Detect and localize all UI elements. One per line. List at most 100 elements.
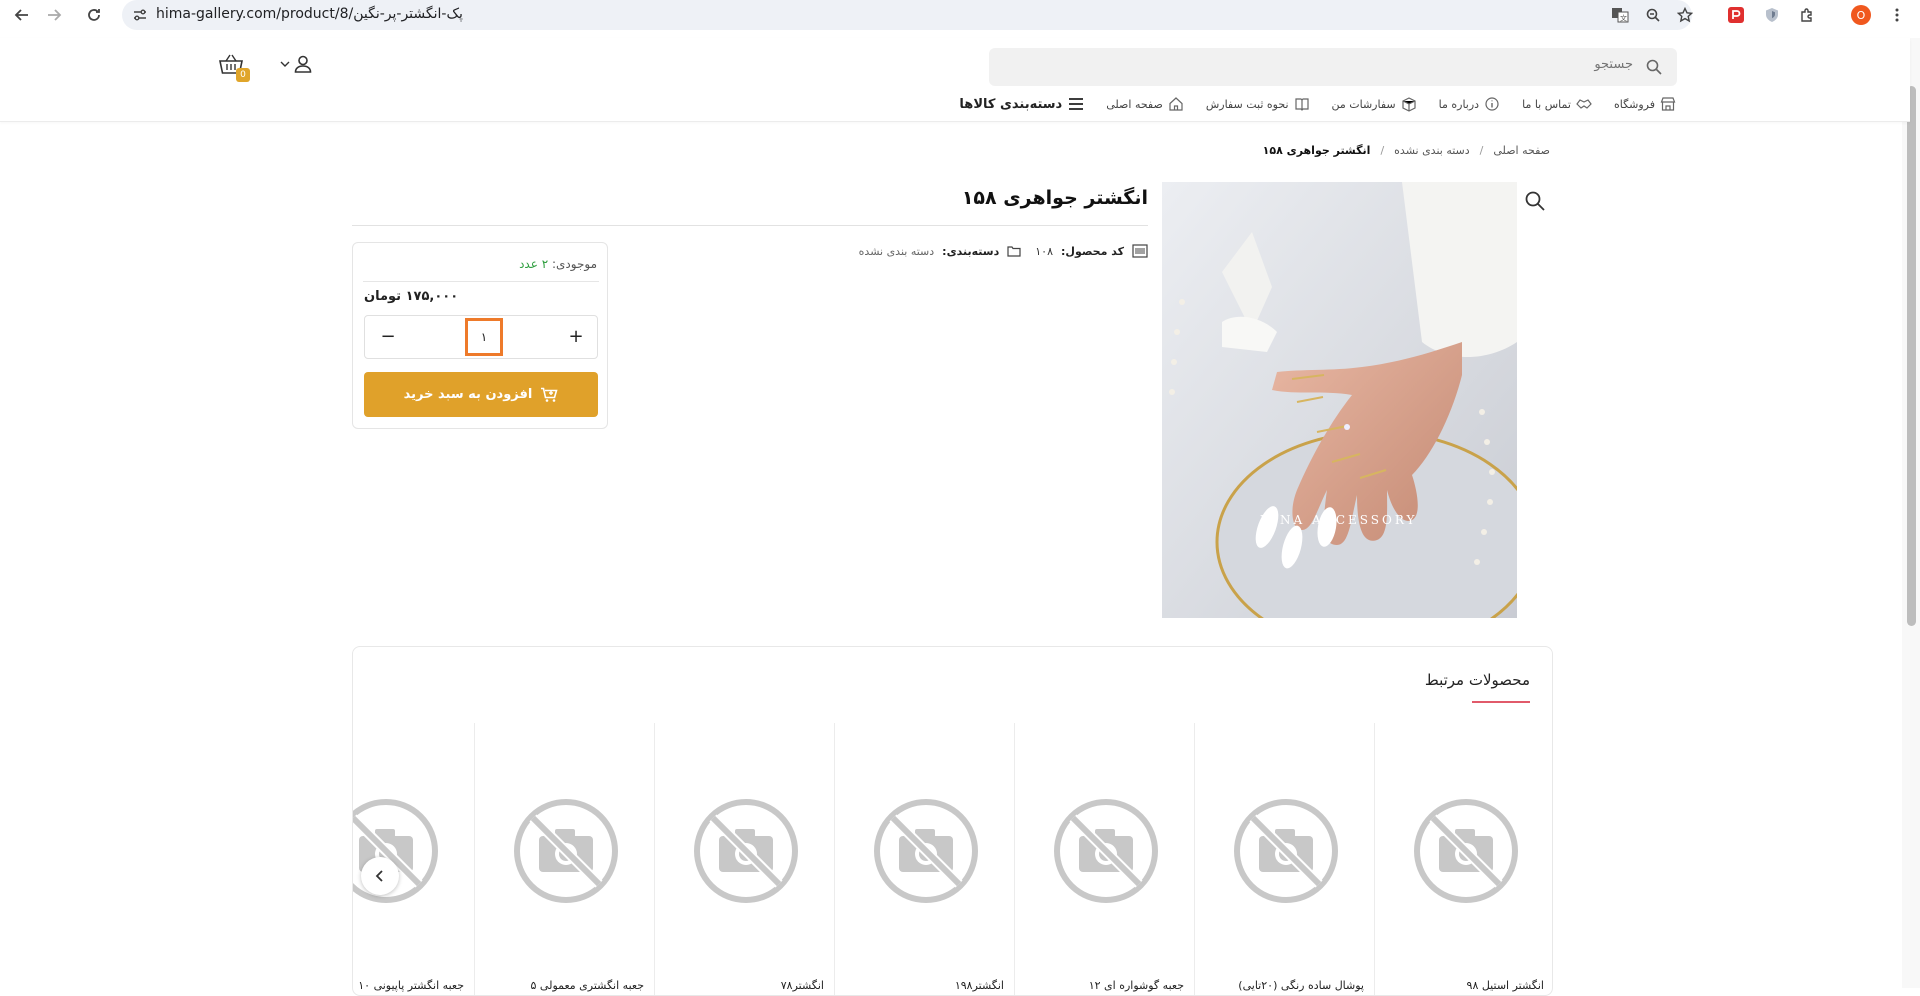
browser-menu-icon[interactable] (1887, 5, 1907, 25)
product-card-name[interactable]: انگشتر استیل ۹۸ (1467, 979, 1544, 992)
breadcrumb-category[interactable]: دسته بندی نشده (1394, 144, 1470, 157)
nav-item-my-orders[interactable]: سفارشات من (1332, 96, 1417, 112)
no-image-placeholder-icon (1414, 799, 1518, 903)
store-icon (1660, 97, 1676, 111)
product-title: انگشتر جواهری ۱۵۸ (961, 187, 1148, 209)
barcode-icon (1132, 244, 1148, 258)
product-card[interactable]: جعبه انگشتری معمولی ۵ (474, 723, 654, 995)
cart-plus-icon (541, 387, 558, 402)
package-icon (1402, 97, 1416, 112)
nav-categories-label: دسته‌بندی کالاها (959, 96, 1063, 112)
divider (363, 281, 599, 282)
browser-toolbar: hima-gallery.com/product/8/پک-انگشتر-پر-… (0, 0, 1920, 30)
product-category-label: دسته‌بندی: (942, 244, 1000, 258)
folder-icon (1007, 246, 1021, 257)
handshake-icon (1576, 99, 1592, 109)
site-header: 0 دسته‌بندی کالاها صفحه اصلی نحوه ثبت سف… (0, 38, 1910, 122)
divider (352, 225, 1148, 226)
quantity-input[interactable] (465, 318, 503, 356)
product-code-value: ۱۰۸ (1035, 244, 1053, 258)
no-image-placeholder-icon (1054, 799, 1158, 903)
search-input[interactable] (1033, 57, 1633, 72)
scrollbar-thumb[interactable] (1907, 86, 1916, 626)
extensions-puzzle-icon[interactable] (1797, 5, 1817, 25)
nav-item-label: صفحه اصلی (1106, 97, 1163, 111)
nav-item-home[interactable]: صفحه اصلی (1106, 96, 1184, 112)
product-card-name[interactable]: جعبه گوشواره ای ۱۲ (1089, 979, 1184, 992)
slider-prev-button[interactable] (361, 857, 399, 895)
product-card-name[interactable]: پوشال ساده رنگی (۲۰تایی) (1238, 979, 1364, 992)
profile-avatar[interactable]: O (1851, 5, 1871, 25)
hamburger-icon (1069, 98, 1084, 110)
add-to-cart-button[interactable]: افزودن به سبد خرید (364, 372, 598, 417)
nav-item-label: سفارشات من (1331, 97, 1396, 111)
product-image[interactable]: VINA ACCESSORY (1162, 182, 1517, 618)
image-zoom-icon[interactable] (1524, 190, 1546, 212)
product-photo: VINA ACCESSORY (1162, 182, 1517, 618)
stock-status: موجودی: ۲ عدد (519, 257, 597, 271)
chevron-down-icon (280, 61, 290, 67)
product-card[interactable]: انگشتر۷۸ (654, 723, 834, 995)
book-icon (1294, 98, 1309, 111)
no-image-placeholder-icon (874, 799, 978, 903)
profile-initial: O (1856, 8, 1866, 22)
product-card[interactable]: انگشتر۱۹۸ (834, 723, 1014, 995)
related-products: محصولات مرتبط انگشتر استیل ۹۸ پوشال ساده … (352, 646, 1553, 996)
increase-quantity-button[interactable]: + (565, 326, 587, 348)
nav-item-contact[interactable]: تماس با ما (1522, 96, 1592, 112)
cart-button[interactable]: 0 (218, 52, 250, 82)
user-icon (294, 55, 312, 73)
zoom-icon[interactable] (1643, 5, 1663, 25)
product-card-name[interactable]: انگشتر۱۹۸ (955, 979, 1004, 992)
bookmark-star-icon[interactable] (1675, 5, 1695, 25)
reload-icon[interactable] (80, 0, 108, 30)
search-icon[interactable] (1645, 58, 1663, 76)
product-category-link[interactable]: دسته بندی نشده (859, 245, 935, 258)
product-card-name[interactable]: جعبه انگشتر پاپیونی ۱۰ (358, 979, 464, 992)
breadcrumb-current: انگشتر جواهری ۱۵۸ (1262, 144, 1371, 157)
product-code-label: کد محصول: (1061, 244, 1124, 258)
product-card-name[interactable]: انگشتر۷۸ (781, 979, 824, 992)
no-image-placeholder-icon (514, 799, 618, 903)
breadcrumb-separator: / (1380, 144, 1385, 157)
title-underline (1472, 701, 1530, 703)
url-host: hima-gallery.com/product/8/ (156, 6, 354, 22)
svg-text:VINA ACCESSORY: VINA ACCESSORY (1260, 513, 1418, 527)
nav-item-label: فروشگاه (1613, 97, 1655, 111)
address-bar[interactable]: hima-gallery.com/product/8/پک-انگشتر-پر-… (122, 0, 1692, 30)
site-settings-icon[interactable] (132, 7, 148, 23)
chevron-left-icon (375, 870, 383, 882)
url-text: hima-gallery.com/product/8/پک-انگشتر-پر-… (156, 6, 463, 22)
page-scrollbar[interactable] (1902, 38, 1920, 988)
product-card[interactable]: پوشال ساده رنگی (۲۰تایی) (1194, 723, 1374, 995)
cart-count-badge: 0 (236, 68, 250, 82)
user-account-menu[interactable] (280, 52, 314, 76)
forward-icon[interactable] (40, 0, 68, 30)
nav-item-about[interactable]: درباره ما (1439, 96, 1500, 112)
quantity-stepper: − + (364, 315, 598, 359)
add-to-cart-label: افزودن به سبد خرید (403, 387, 533, 402)
stock-label: موجودی: (551, 257, 597, 271)
decrease-quantity-button[interactable]: − (377, 326, 399, 348)
buy-box: موجودی: ۲ عدد ۱۷۵,۰۰۰ تومان − + افزودن ب… (352, 242, 608, 429)
no-image-placeholder-icon (694, 799, 798, 903)
product-meta: کد محصول: ۱۰۸ دسته‌بندی: دسته بندی نشده (859, 244, 1148, 258)
product-card[interactable]: انگشتر استیل ۹۸ (1374, 723, 1552, 995)
product-card[interactable]: جعبه گوشواره ای ۱۲ (1014, 723, 1194, 995)
breadcrumb-home[interactable]: صفحه اصلی (1493, 144, 1550, 157)
search-box[interactable] (989, 48, 1677, 86)
nav-item-how-to-order[interactable]: نحوه ثبت سفارش (1206, 96, 1310, 112)
product-card-name[interactable]: جعبه انگشتری معمولی ۵ (531, 979, 645, 992)
url-slug: پک-انگشتر-پر-نگین (353, 6, 463, 22)
extension-red-icon[interactable] (1726, 5, 1746, 25)
breadcrumb: صفحه اصلی / دسته بندی نشده / انگشتر جواه… (1263, 144, 1550, 157)
no-image-placeholder-icon (1234, 799, 1338, 903)
main-nav: دسته‌بندی کالاها صفحه اصلی نحوه ثبت سفار… (937, 92, 1676, 116)
shield-extension-icon[interactable] (1762, 5, 1782, 25)
nav-item-shop[interactable]: فروشگاه (1614, 96, 1676, 112)
nav-categories[interactable]: دسته‌بندی کالاها (959, 97, 1084, 112)
stock-value: ۲ عدد (519, 257, 549, 271)
nav-item-label: تماس با ما (1522, 97, 1571, 111)
back-icon[interactable] (8, 0, 36, 30)
translate-icon[interactable]: 文 (1610, 5, 1630, 25)
